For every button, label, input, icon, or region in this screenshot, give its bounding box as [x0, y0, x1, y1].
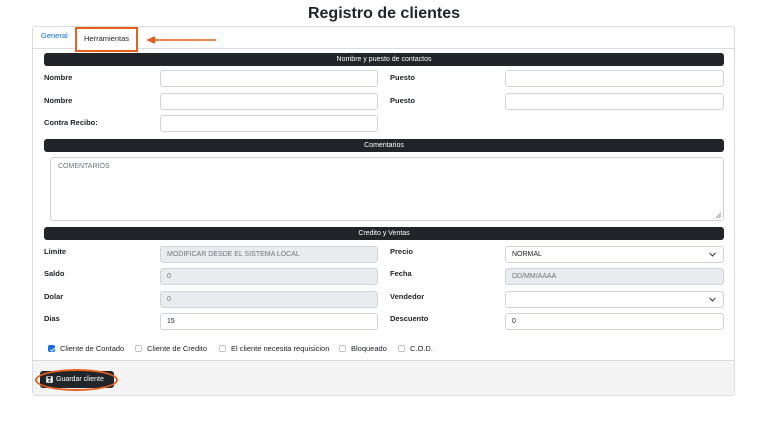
checkbox-unchecked-icon[interactable]	[135, 345, 142, 352]
saldo-input: 0	[160, 268, 378, 285]
checkbox-label: Cliente de Contado	[60, 344, 125, 353]
checkbox-label: C.O.D.	[410, 344, 433, 353]
comentarios-placeholder: COMENTARIOS	[58, 163, 110, 170]
label-saldo: Saldo	[44, 269, 65, 278]
checkbox-label: Cliente de Credito	[147, 344, 208, 353]
checkbox-label: Bloqueado	[351, 344, 387, 353]
checkbox-label: El cliente necesita requisicion	[231, 344, 330, 353]
card-footer	[33, 360, 734, 395]
label-nombre-2: Nombre	[44, 96, 73, 105]
label-vendedor: Vendedor	[390, 292, 425, 301]
label-nombre-1: Nombre	[44, 73, 73, 82]
checkbox-cliente-contado[interactable]: Cliente de Contado	[48, 344, 124, 353]
label-limite: Limite	[44, 247, 67, 256]
checkbox-cod[interactable]: C.O.D.	[398, 344, 433, 353]
tab-bar: General Herramientas	[33, 27, 734, 52]
label-dolar: Dolar	[44, 292, 64, 301]
section-header-comentarios: Comentarios	[44, 139, 724, 152]
section-header-credito: Credito y Ventas	[44, 227, 724, 240]
chevron-down-icon	[709, 297, 716, 302]
puesto-1-input[interactable]	[505, 70, 724, 87]
tab-herramientas[interactable]: Herramientas	[74, 27, 139, 52]
save-button-annotation-ring	[35, 369, 118, 391]
nombre-1-input[interactable]	[160, 70, 378, 87]
checkbox-unchecked-icon[interactable]	[339, 345, 346, 352]
label-puesto-1: Puesto	[390, 73, 416, 82]
resize-handle-icon[interactable]	[715, 212, 721, 218]
annotation-arrow-icon	[146, 36, 216, 44]
label-dias: Dias	[44, 314, 60, 323]
checkbox-unchecked-icon[interactable]	[219, 345, 226, 352]
page-title: Registro de clientes	[307, 5, 461, 22]
chevron-down-icon	[709, 252, 716, 257]
limite-input: MODIFICAR DESDE EL SISTEMA LOCAL	[160, 246, 378, 263]
dolar-input: 0	[160, 291, 378, 308]
checkbox-checked-icon[interactable]	[48, 345, 56, 352]
label-puesto-2: Puesto	[390, 96, 416, 105]
tab-general[interactable]: General	[41, 31, 68, 40]
checkbox-unchecked-icon[interactable]	[398, 345, 405, 352]
nombre-2-input[interactable]	[160, 93, 378, 110]
section-header-contactos: Nombre y puesto de contactos	[44, 53, 724, 66]
dias-input[interactable]: 15	[160, 313, 378, 330]
puesto-2-input[interactable]	[505, 93, 724, 110]
checkbox-bloqueado[interactable]: Bloqueado	[339, 344, 387, 353]
label-contra-recibo: Contra Recibo:	[44, 118, 98, 127]
checkbox-necesita-requisicion[interactable]: El cliente necesita requisicion	[219, 344, 329, 353]
label-fecha: Fecha	[390, 269, 412, 278]
vendedor-select[interactable]	[505, 291, 724, 308]
contra-recibo-input[interactable]	[160, 115, 378, 132]
descuento-input[interactable]: 0	[505, 313, 724, 330]
comentarios-textarea[interactable]: COMENTARIOS	[50, 157, 724, 221]
fecha-input: DD/MM/AAAA	[505, 268, 724, 285]
label-descuento: Descuento	[390, 314, 429, 323]
checkbox-cliente-credito[interactable]: Cliente de Credito	[135, 344, 207, 353]
label-precio: Precio	[390, 247, 413, 256]
precio-select[interactable]: NORMAL	[505, 246, 724, 263]
precio-selected-value: NORMAL	[512, 251, 542, 258]
